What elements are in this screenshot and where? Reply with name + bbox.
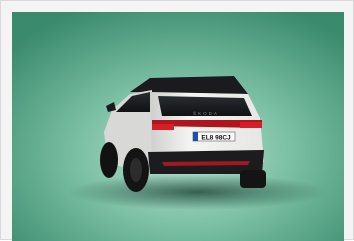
rear-right-wheel [240,170,266,188]
front-wheel [100,142,118,178]
car-photo: ŠKODA EL8 98CJ [12,12,344,241]
ground-shadow [67,174,327,210]
license-plate-text: EL8 98CJ [201,135,231,142]
tailgate-lettering: ŠKODA [193,110,219,116]
car-illustration: ŠKODA EL8 98CJ [12,12,344,241]
image-frame: ŠKODA EL8 98CJ [0,0,354,241]
